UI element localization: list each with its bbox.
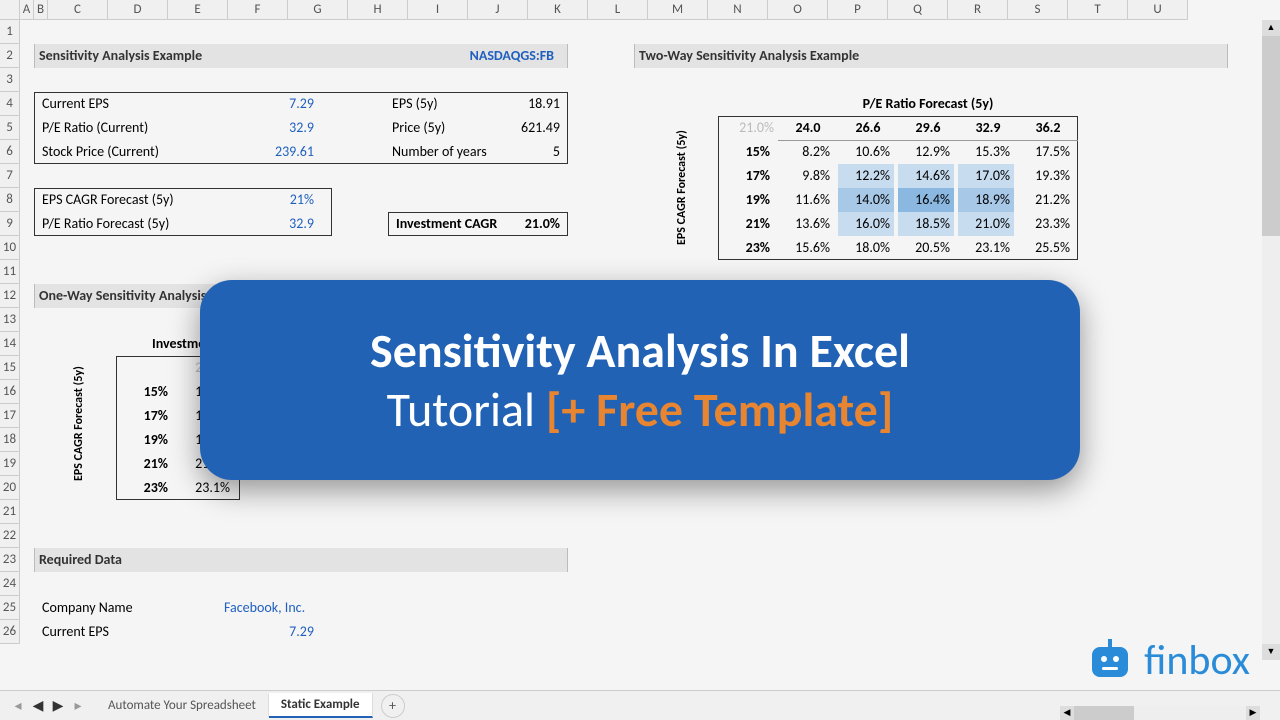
col-H: H <box>348 0 408 20</box>
two-way-corner: 21.0% <box>718 116 778 140</box>
col-J: J <box>468 0 528 20</box>
col-G: G <box>288 0 348 20</box>
h-scroll-thumb[interactable] <box>1074 706 1134 720</box>
horizontal-scrollbar[interactable]: ◀ ▶ <box>1060 706 1260 720</box>
val-stock-price: 239.61 <box>248 140 318 164</box>
lbl-pe-current: P/E Ratio (Current) <box>38 116 188 140</box>
robot-icon <box>1086 637 1134 685</box>
val-pe-forecast: 32.9 <box>248 212 318 236</box>
one-way-vlabel: EPS CAGR Forecast (5y) <box>72 364 112 484</box>
col-N: N <box>708 0 768 20</box>
lbl-eps5y: EPS (5y) <box>388 92 508 116</box>
col-R: R <box>948 0 1008 20</box>
col-B: B <box>34 0 48 20</box>
lbl-pe-forecast: P/E Ratio Forecast (5y) <box>38 212 218 236</box>
scroll-right-icon[interactable]: ▶ <box>1246 706 1260 720</box>
col-U: U <box>1128 0 1188 20</box>
add-sheet-button[interactable]: + <box>381 694 405 718</box>
lbl-price5y: Price (5y) <box>388 116 508 140</box>
banner-subtitle: Tutorial [+ Free Template] <box>387 380 894 439</box>
section-required: Required Data <box>34 548 568 572</box>
lbl-years: Number of years <box>388 140 508 164</box>
val-current-eps: 7.29 <box>248 92 318 116</box>
scroll-left-icon[interactable]: ◀ <box>1060 706 1074 720</box>
val-pe-current: 32.9 <box>248 116 318 140</box>
tab-nav: ◂ ◀ ▶ ▸ <box>0 698 96 714</box>
lbl-inv-cagr: Investment CAGR <box>392 212 522 236</box>
col-F: F <box>228 0 288 20</box>
col-L: L <box>588 0 648 20</box>
eps-cagr-vlabel: EPS CAGR Forecast (5y) <box>675 128 715 248</box>
banner-title: Sensitivity Analysis In Excel <box>370 321 910 380</box>
scroll-thumb[interactable] <box>1262 36 1280 236</box>
val-price5y: 621.49 <box>508 116 564 140</box>
next-tab-icon[interactable]: ▶ <box>50 698 66 714</box>
tab-automate[interactable]: Automate Your Spreadsheet <box>96 694 269 717</box>
row-headers[interactable]: 12 34 56 78 910 1112 1314 1516 1718 1920… <box>0 20 20 644</box>
pe-forecast-header: P/E Ratio Forecast (5y) <box>778 92 1078 116</box>
first-tab-icon[interactable]: ◂ <box>10 698 26 714</box>
col-K: K <box>528 0 588 20</box>
lbl-stock-price: Stock Price (Current) <box>38 140 208 164</box>
col-M: M <box>648 0 708 20</box>
tab-static-example[interactable]: Static Example <box>269 693 373 718</box>
col-S: S <box>1008 0 1068 20</box>
title-banner: Sensitivity Analysis In Excel Tutorial [… <box>200 280 1080 480</box>
lbl-eps-cagr: EPS CAGR Forecast (5y) <box>38 188 218 212</box>
col-O: O <box>768 0 828 20</box>
col-T: T <box>1068 0 1128 20</box>
col-I: I <box>408 0 468 20</box>
scroll-up-icon[interactable]: ▲ <box>1262 20 1280 36</box>
finbox-logo: finbox <box>1086 635 1250 686</box>
col-D: D <box>108 0 168 20</box>
val-years: 5 <box>508 140 564 164</box>
ticker-link[interactable]: NASDAQGS:FB <box>408 44 558 68</box>
sheet-tabs: ◂ ◀ ▶ ▸ Automate Your Spreadsheet Static… <box>0 690 1280 720</box>
lbl-current-eps: Current EPS <box>38 92 188 116</box>
logo-text: finbox <box>1144 635 1250 686</box>
section-two-way: Two-Way Sensitivity Analysis Example <box>634 44 1228 68</box>
val-eps-cagr: 21% <box>248 188 318 212</box>
vertical-scrollbar[interactable]: ▲ ▼ <box>1262 20 1280 660</box>
val-eps5y: 18.91 <box>508 92 564 116</box>
col-Q: Q <box>888 0 948 20</box>
col-A: A <box>20 0 34 20</box>
column-headers[interactable]: A B C D E F G H I J K L M N O P Q R S T … <box>0 0 1188 20</box>
scroll-down-icon[interactable]: ▼ <box>1262 644 1280 660</box>
lbl-req-eps: Current EPS <box>38 620 188 644</box>
col-P: P <box>828 0 888 20</box>
lbl-company: Company Name <box>38 596 188 620</box>
prev-tab-icon[interactable]: ◀ <box>30 698 46 714</box>
val-req-eps: 7.29 <box>248 620 318 644</box>
last-tab-icon[interactable]: ▸ <box>70 698 86 714</box>
val-inv-cagr: 21.0% <box>508 212 564 236</box>
val-company: Facebook, Inc. <box>220 596 370 620</box>
col-C: C <box>48 0 108 20</box>
col-E: E <box>168 0 228 20</box>
